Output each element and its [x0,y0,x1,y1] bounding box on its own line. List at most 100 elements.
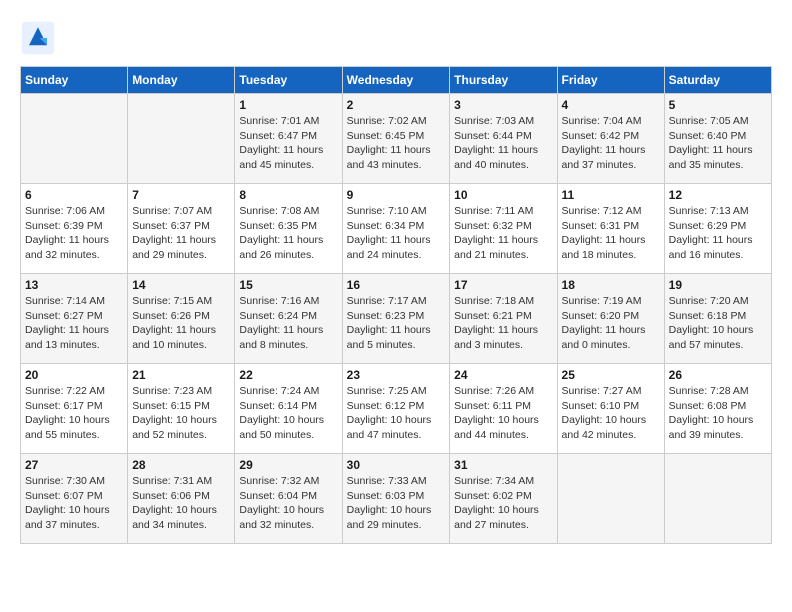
day-number: 8 [239,188,337,202]
calendar-header: SundayMondayTuesdayWednesdayThursdayFrid… [21,67,772,94]
calendar-cell: 4Sunrise: 7:04 AMSunset: 6:42 PMDaylight… [557,94,664,184]
day-info: Sunrise: 7:11 AMSunset: 6:32 PMDaylight:… [454,204,552,263]
day-number: 15 [239,278,337,292]
day-number: 7 [132,188,230,202]
weekday-header: Sunday [21,67,128,94]
day-number: 1 [239,98,337,112]
day-info: Sunrise: 7:08 AMSunset: 6:35 PMDaylight:… [239,204,337,263]
day-number: 17 [454,278,552,292]
calendar-cell: 24 Sunrise: 7:26 AMSunset: 6:11 PMDayligh… [450,364,557,454]
calendar-cell: 5 Sunrise: 7:05 AMSunset: 6:40 PMDaylight… [664,94,771,184]
calendar-cell [557,454,664,544]
calendar-cell: 18 Sunrise: 7:19 AMSunset: 6:20 PMDayligh… [557,274,664,364]
weekday-row: SundayMondayTuesdayWednesdayThursdayFrid… [21,67,772,94]
day-info: Sunrise: 7:02 AMSunset: 6:45 PMDaylight:… [347,114,446,173]
day-number: 20 [25,368,123,382]
weekday-header: Friday [557,67,664,94]
calendar-cell: 12 Sunrise: 7:13 AMSunset: 6:29 PMDayligh… [664,184,771,274]
day-info: Sunrise: 7:10 AMSunset: 6:34 PMDaylight:… [347,204,446,263]
calendar-cell: 16 Sunrise: 7:17 AMSunset: 6:23 PMDayligh… [342,274,450,364]
calendar-cell: 29 Sunrise: 7:32 AMSunset: 6:04 PMDayligh… [235,454,342,544]
day-number: 9 [347,188,446,202]
calendar-cell: 15Sunrise: 7:16 AMSunset: 6:24 PMDayligh… [235,274,342,364]
day-info: Sunrise: 7:22 AMSunset: 6:17 PMDaylight:… [25,384,123,443]
day-number: 26 [669,368,767,382]
calendar-cell: 2 Sunrise: 7:02 AMSunset: 6:45 PMDaylight… [342,94,450,184]
day-number: 29 [239,458,337,472]
day-info: Sunrise: 7:01 AMSunset: 6:47 PMDaylight:… [239,114,337,173]
day-number: 25 [562,368,660,382]
day-info: Sunrise: 7:19 AMSunset: 6:20 PMDaylight:… [562,294,660,353]
day-number: 2 [347,98,446,112]
day-number: 10 [454,188,552,202]
day-number: 24 [454,368,552,382]
day-info: Sunrise: 7:32 AMSunset: 6:04 PMDaylight:… [239,474,337,533]
day-info: Sunrise: 7:06 AMSunset: 6:39 PMDaylight:… [25,204,123,263]
day-number: 16 [347,278,446,292]
day-info: Sunrise: 7:31 AMSunset: 6:06 PMDaylight:… [132,474,230,533]
day-number: 31 [454,458,552,472]
day-number: 6 [25,188,123,202]
day-info: Sunrise: 7:25 AMSunset: 6:12 PMDaylight:… [347,384,446,443]
logo-icon [20,20,56,56]
day-number: 18 [562,278,660,292]
day-number: 14 [132,278,230,292]
calendar-cell: 17 Sunrise: 7:18 AMSunset: 6:21 PMDayligh… [450,274,557,364]
calendar-week-row: 1 Sunrise: 7:01 AMSunset: 6:47 PMDaylight… [21,94,772,184]
calendar-cell: 27Sunrise: 7:30 AMSunset: 6:07 PMDayligh… [21,454,128,544]
calendar-week-row: 13 Sunrise: 7:14 AMSunset: 6:27 PMDayligh… [21,274,772,364]
day-info: Sunrise: 7:18 AMSunset: 6:21 PMDaylight:… [454,294,552,353]
day-info: Sunrise: 7:07 AMSunset: 6:37 PMDaylight:… [132,204,230,263]
calendar-cell: 28 Sunrise: 7:31 AMSunset: 6:06 PMDayligh… [128,454,235,544]
weekday-header: Thursday [450,67,557,94]
day-number: 5 [669,98,767,112]
calendar-cell: 9 Sunrise: 7:10 AMSunset: 6:34 PMDaylight… [342,184,450,274]
calendar-cell [21,94,128,184]
day-number: 3 [454,98,552,112]
weekday-header: Saturday [664,67,771,94]
calendar-cell [128,94,235,184]
day-info: Sunrise: 7:13 AMSunset: 6:29 PMDaylight:… [669,204,767,263]
day-info: Sunrise: 7:17 AMSunset: 6:23 PMDaylight:… [347,294,446,353]
calendar-cell: 7 Sunrise: 7:07 AMSunset: 6:37 PMDaylight… [128,184,235,274]
day-info: Sunrise: 7:28 AMSunset: 6:08 PMDaylight:… [669,384,767,443]
day-number: 30 [347,458,446,472]
day-info: Sunrise: 7:26 AMSunset: 6:11 PMDaylight:… [454,384,552,443]
logo [20,20,60,56]
calendar-cell: 19Sunrise: 7:20 AMSunset: 6:18 PMDayligh… [664,274,771,364]
calendar-cell: 26 Sunrise: 7:28 AMSunset: 6:08 PMDayligh… [664,364,771,454]
calendar-cell: 20 Sunrise: 7:22 AMSunset: 6:17 PMDayligh… [21,364,128,454]
weekday-header: Monday [128,67,235,94]
day-number: 22 [239,368,337,382]
calendar-cell: 6 Sunrise: 7:06 AMSunset: 6:39 PMDaylight… [21,184,128,274]
day-info: Sunrise: 7:34 AMSunset: 6:02 PMDaylight:… [454,474,552,533]
calendar-cell: 14 Sunrise: 7:15 AMSunset: 6:26 PMDayligh… [128,274,235,364]
calendar-cell: 31 Sunrise: 7:34 AMSunset: 6:02 PMDayligh… [450,454,557,544]
day-info: Sunrise: 7:04 AMSunset: 6:42 PMDaylight:… [562,114,660,173]
day-number: 12 [669,188,767,202]
calendar-table: SundayMondayTuesdayWednesdayThursdayFrid… [20,66,772,544]
day-number: 21 [132,368,230,382]
day-number: 11 [562,188,660,202]
calendar-cell: 30Sunrise: 7:33 AMSunset: 6:03 PMDayligh… [342,454,450,544]
calendar-cell: 11 Sunrise: 7:12 AMSunset: 6:31 PMDayligh… [557,184,664,274]
day-info: Sunrise: 7:03 AMSunset: 6:44 PMDaylight:… [454,114,552,173]
day-info: Sunrise: 7:27 AMSunset: 6:10 PMDaylight:… [562,384,660,443]
calendar-cell: 10 Sunrise: 7:11 AMSunset: 6:32 PMDayligh… [450,184,557,274]
calendar-body: 1 Sunrise: 7:01 AMSunset: 6:47 PMDaylight… [21,94,772,544]
calendar-cell: 22Sunrise: 7:24 AMSunset: 6:14 PMDayligh… [235,364,342,454]
calendar-cell: 23Sunrise: 7:25 AMSunset: 6:12 PMDayligh… [342,364,450,454]
page-header [20,20,772,56]
weekday-header: Wednesday [342,67,450,94]
day-info: Sunrise: 7:05 AMSunset: 6:40 PMDaylight:… [669,114,767,173]
calendar-cell: 21Sunrise: 7:23 AMSunset: 6:15 PMDayligh… [128,364,235,454]
day-number: 28 [132,458,230,472]
calendar-cell: 13 Sunrise: 7:14 AMSunset: 6:27 PMDayligh… [21,274,128,364]
day-info: Sunrise: 7:30 AMSunset: 6:07 PMDaylight:… [25,474,123,533]
day-info: Sunrise: 7:14 AMSunset: 6:27 PMDaylight:… [25,294,123,353]
day-number: 13 [25,278,123,292]
day-info: Sunrise: 7:20 AMSunset: 6:18 PMDaylight:… [669,294,767,353]
day-info: Sunrise: 7:12 AMSunset: 6:31 PMDaylight:… [562,204,660,263]
calendar-week-row: 27Sunrise: 7:30 AMSunset: 6:07 PMDayligh… [21,454,772,544]
day-info: Sunrise: 7:15 AMSunset: 6:26 PMDaylight:… [132,294,230,353]
